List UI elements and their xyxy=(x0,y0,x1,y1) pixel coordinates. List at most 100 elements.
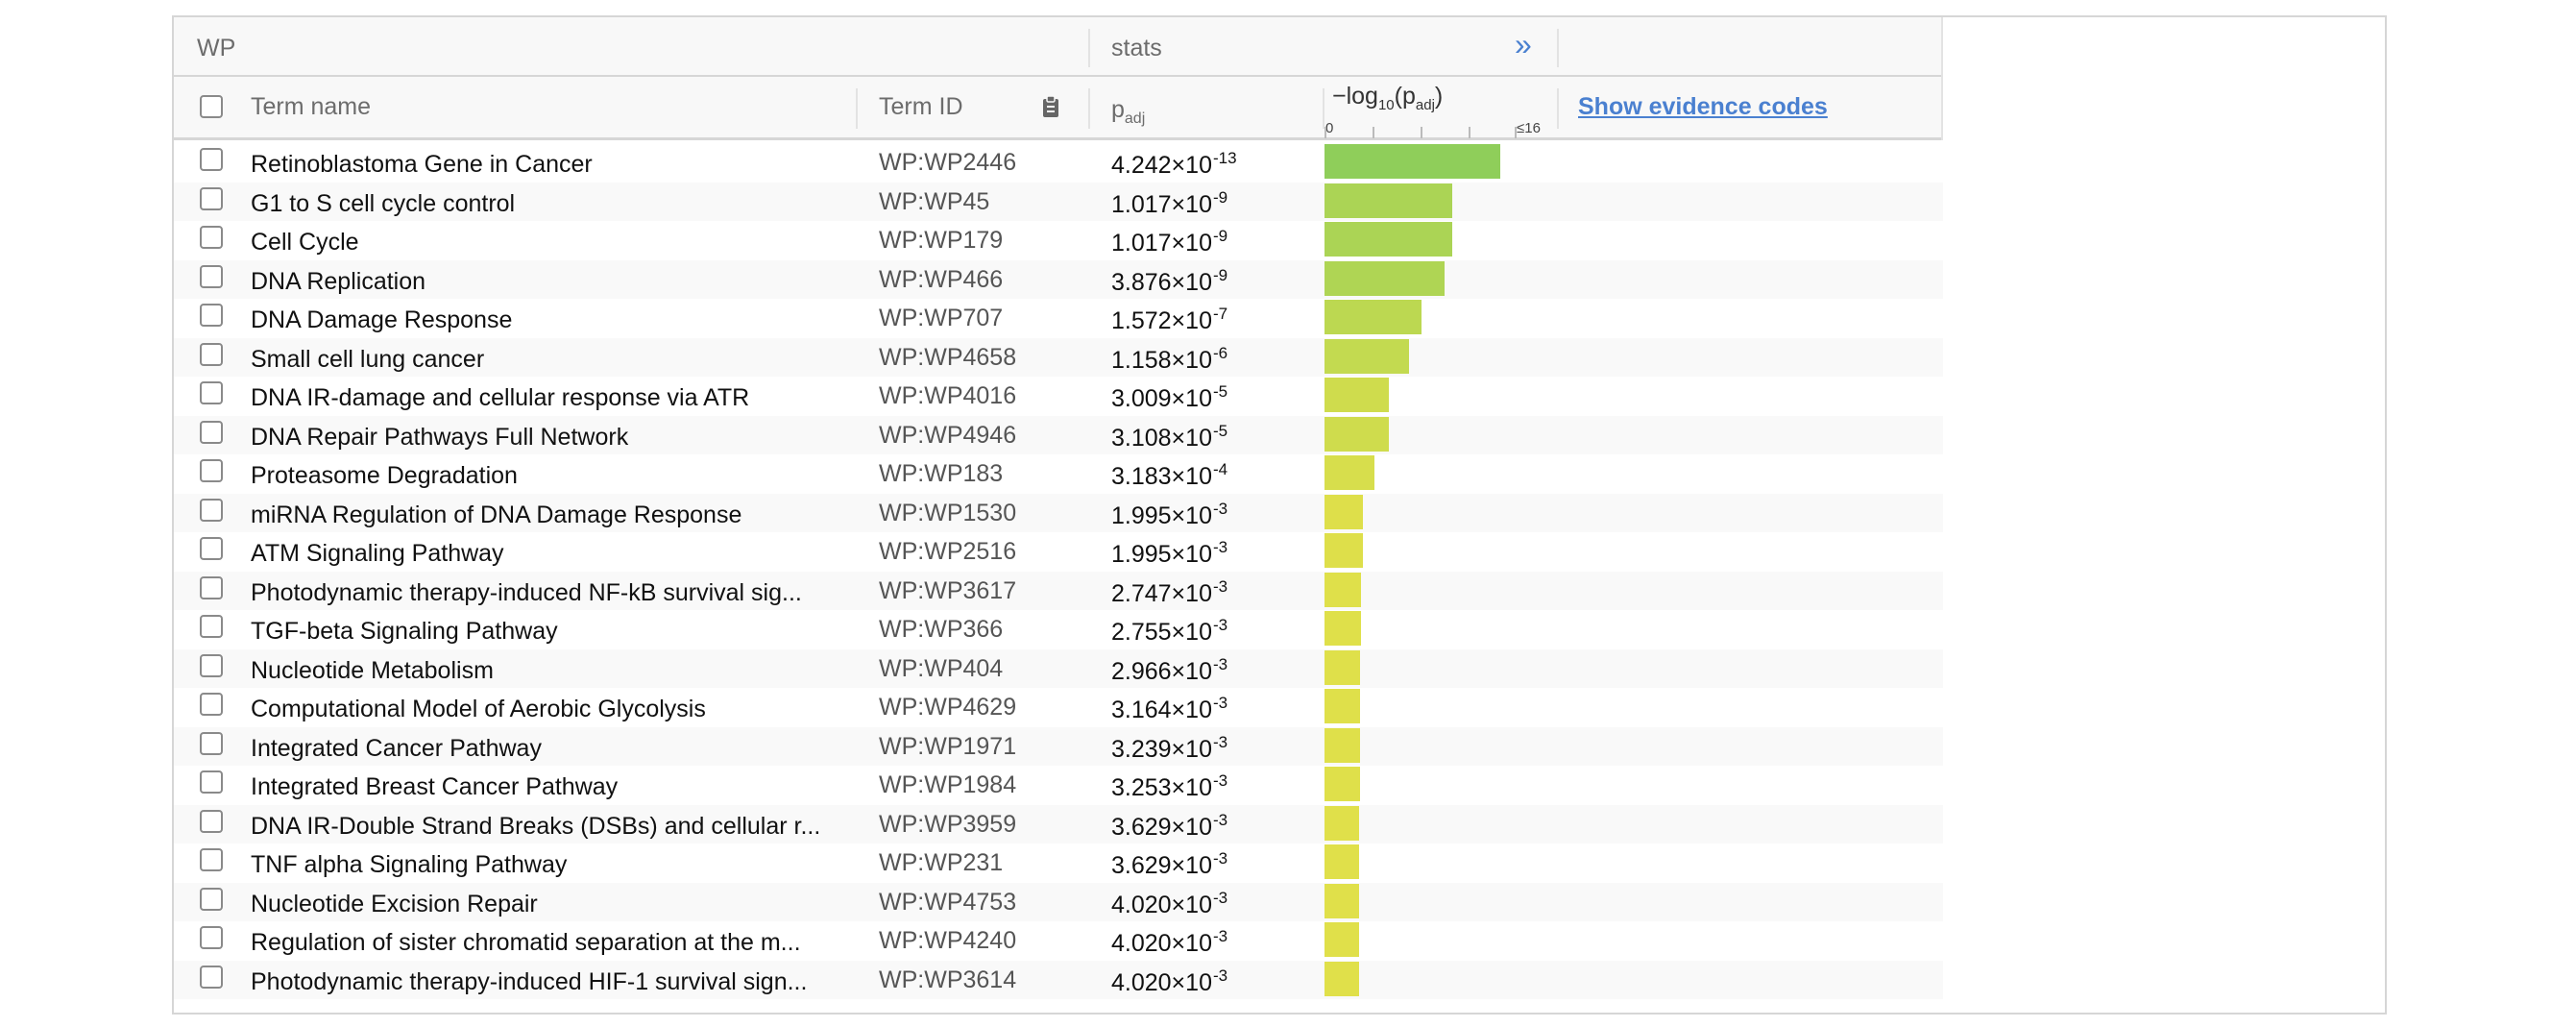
term-name[interactable]: TGF-beta Signaling Pathway xyxy=(251,618,558,646)
row-checkbox[interactable] xyxy=(200,848,223,871)
term-id[interactable]: WP:WP4753 xyxy=(879,889,1016,917)
row-checkbox[interactable] xyxy=(200,926,223,949)
term-id[interactable]: WP:WP183 xyxy=(879,460,1003,488)
term-id[interactable]: WP:WP707 xyxy=(879,305,1003,332)
table-row[interactable]: Regulation of sister chromatid separatio… xyxy=(174,921,1943,961)
neglog-header[interactable]: −log10(padj) xyxy=(1332,83,1443,113)
row-checkbox[interactable] xyxy=(200,887,223,911)
row-checkbox[interactable] xyxy=(200,420,223,444)
term-id[interactable]: WP:WP4658 xyxy=(879,344,1016,372)
term-name[interactable]: Proteasome Degradation xyxy=(251,462,518,490)
row-checkbox[interactable] xyxy=(200,186,223,210)
term-id[interactable]: WP:WP4240 xyxy=(879,927,1016,955)
term-id[interactable]: WP:WP4946 xyxy=(879,422,1016,450)
row-checkbox[interactable] xyxy=(200,148,223,171)
table-row[interactable]: TNF alpha Signaling Pathway WP:WP231 3.629… xyxy=(174,844,1943,883)
term-id[interactable]: WP:WP2446 xyxy=(879,149,1016,177)
table-row[interactable]: DNA IR-damage and cellular response via … xyxy=(174,377,1943,416)
term-name[interactable]: Integrated Breast Cancer Pathway xyxy=(251,773,618,801)
row-checkbox[interactable] xyxy=(200,693,223,716)
term-name[interactable]: Photodynamic therapy-induced HIF-1 survi… xyxy=(251,968,807,996)
double-chevron-right-icon[interactable]: » xyxy=(1515,29,1532,60)
term-name[interactable]: DNA IR-damage and cellular response via … xyxy=(251,384,749,412)
padj-exponent: -3 xyxy=(1212,927,1228,945)
term-id[interactable]: WP:WP45 xyxy=(879,188,989,216)
table-row[interactable]: Integrated Cancer Pathway WP:WP1971 3.239×… xyxy=(174,726,1943,766)
row-checkbox[interactable] xyxy=(200,965,223,989)
term-name[interactable]: DNA IR-Double Strand Breaks (DSBs) and c… xyxy=(251,813,820,841)
term-name[interactable]: DNA Replication xyxy=(251,268,425,296)
table-row[interactable]: Small cell lung cancer WP:WP4658 1.158×10-… xyxy=(174,337,1943,377)
table-row[interactable]: DNA Replication WP:WP466 3.876×10-9 xyxy=(174,259,1943,299)
padj-mantissa: 3.239×10 xyxy=(1111,735,1212,763)
row-checkbox[interactable] xyxy=(200,498,223,522)
term-id[interactable]: WP:WP366 xyxy=(879,616,1003,644)
table-row[interactable]: Nucleotide Metabolism WP:WP404 2.966×10-3 xyxy=(174,648,1943,688)
term-name[interactable]: DNA Damage Response xyxy=(251,306,512,334)
term-name[interactable]: Regulation of sister chromatid separatio… xyxy=(251,929,801,957)
row-checkbox[interactable] xyxy=(200,809,223,833)
table-row[interactable]: ATM Signaling Pathway WP:WP2516 1.995×10-3 xyxy=(174,532,1943,572)
row-checkbox[interactable] xyxy=(200,575,223,599)
row-checkbox[interactable] xyxy=(200,653,223,677)
clipboard-icon[interactable] xyxy=(1040,94,1061,124)
row-checkbox[interactable] xyxy=(200,264,223,288)
term-name-header[interactable]: Term name xyxy=(251,93,371,121)
row-checkbox[interactable] xyxy=(200,770,223,794)
table-row[interactable]: Photodynamic therapy-induced HIF-1 survi… xyxy=(174,960,1943,999)
table-row[interactable]: G1 to S cell cycle control WP:WP45 1.017×1… xyxy=(174,182,1943,221)
term-id[interactable]: WP:WP3959 xyxy=(879,811,1016,839)
table-row[interactable]: TGF-beta Signaling Pathway WP:WP366 2.755×… xyxy=(174,610,1943,649)
term-name[interactable]: Computational Model of Aerobic Glycolysi… xyxy=(251,696,706,723)
row-checkbox[interactable] xyxy=(200,615,223,638)
term-name[interactable]: ATM Signaling Pathway xyxy=(251,540,504,568)
row-checkbox[interactable] xyxy=(200,459,223,482)
term-id[interactable]: WP:WP1530 xyxy=(879,500,1016,527)
table-row[interactable]: Photodynamic therapy-induced NF-kB survi… xyxy=(174,571,1943,610)
row-checkbox[interactable] xyxy=(200,226,223,249)
term-name[interactable]: miRNA Regulation of DNA Damage Response xyxy=(251,501,741,529)
table-row[interactable]: miRNA Regulation of DNA Damage Response W… xyxy=(174,493,1943,532)
term-id[interactable]: WP:WP2516 xyxy=(879,538,1016,566)
padj-header[interactable]: padj xyxy=(1111,96,1145,128)
term-id[interactable]: WP:WP3614 xyxy=(879,966,1016,994)
table-row[interactable]: DNA Damage Response WP:WP707 1.572×10-7 xyxy=(174,299,1943,338)
significance-bar xyxy=(1324,961,1359,996)
term-id-header[interactable]: Term ID xyxy=(879,93,963,121)
term-name[interactable]: Cell Cycle xyxy=(251,229,359,257)
table-row[interactable]: Integrated Breast Cancer Pathway WP:WP198… xyxy=(174,766,1943,805)
term-name[interactable]: G1 to S cell cycle control xyxy=(251,190,515,218)
select-all-checkbox[interactable] xyxy=(200,95,223,118)
row-checkbox[interactable] xyxy=(200,342,223,366)
term-name[interactable]: Small cell lung cancer xyxy=(251,346,484,374)
show-evidence-codes-link[interactable]: Show evidence codes xyxy=(1578,93,1828,121)
term-name[interactable]: DNA Repair Pathways Full Network xyxy=(251,424,628,452)
term-id[interactable]: WP:WP1971 xyxy=(879,733,1016,761)
table-row[interactable]: Cell Cycle WP:WP179 1.017×10-9 xyxy=(174,221,1943,260)
term-id[interactable]: WP:WP3617 xyxy=(879,577,1016,605)
table-row[interactable]: DNA IR-Double Strand Breaks (DSBs) and c… xyxy=(174,804,1943,844)
divider xyxy=(1088,29,1090,67)
term-name[interactable]: TNF alpha Signaling Pathway xyxy=(251,851,567,879)
term-id[interactable]: WP:WP466 xyxy=(879,266,1003,294)
table-row[interactable]: DNA Repair Pathways Full Network WP:WP494… xyxy=(174,415,1943,454)
term-id[interactable]: WP:WP4016 xyxy=(879,382,1016,410)
table-row[interactable]: Computational Model of Aerobic Glycolysi… xyxy=(174,688,1943,727)
term-name[interactable]: Nucleotide Excision Repair xyxy=(251,891,538,918)
term-name[interactable]: Retinoblastoma Gene in Cancer xyxy=(251,151,593,179)
row-checkbox[interactable] xyxy=(200,537,223,560)
row-checkbox[interactable] xyxy=(200,304,223,327)
row-checkbox[interactable] xyxy=(200,381,223,404)
table-row[interactable]: Nucleotide Excision Repair WP:WP4753 4.020… xyxy=(174,882,1943,921)
term-id[interactable]: WP:WP231 xyxy=(879,849,1003,877)
term-id[interactable]: WP:WP4629 xyxy=(879,694,1016,721)
table-row[interactable]: Proteasome Degradation WP:WP183 3.183×10-4 xyxy=(174,454,1943,494)
term-name[interactable]: Nucleotide Metabolism xyxy=(251,657,494,685)
term-id[interactable]: WP:WP404 xyxy=(879,655,1003,683)
term-id[interactable]: WP:WP1984 xyxy=(879,771,1016,799)
row-checkbox[interactable] xyxy=(200,731,223,755)
term-id[interactable]: WP:WP179 xyxy=(879,227,1003,255)
table-row[interactable]: Retinoblastoma Gene in Cancer WP:WP2446 4.… xyxy=(174,143,1943,183)
term-name[interactable]: Integrated Cancer Pathway xyxy=(251,735,542,763)
term-name[interactable]: Photodynamic therapy-induced NF-kB survi… xyxy=(251,579,802,607)
